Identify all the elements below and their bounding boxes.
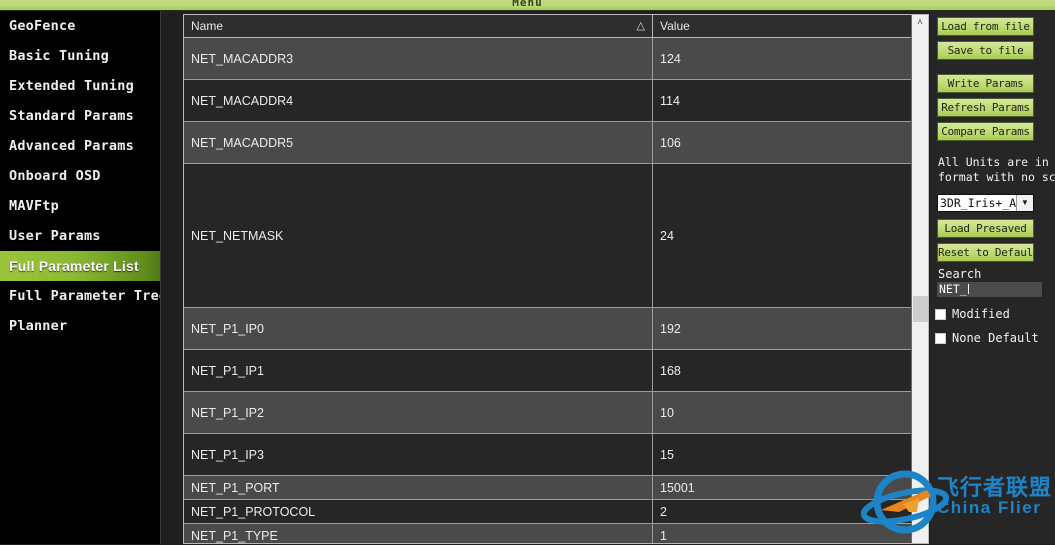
units-info-line-2: format with no scal: [938, 170, 1055, 184]
search-label: Search: [938, 267, 982, 281]
sidebar-item-label: Advanced Params: [9, 138, 134, 154]
column-header-name-label: Name: [191, 19, 224, 33]
scrollbar-thumb[interactable]: [913, 296, 928, 322]
param-name-cell: NET_P1_TYPE: [184, 524, 653, 543]
none-default-checkbox-row[interactable]: None Default: [935, 331, 1055, 345]
sidebar-item-basic-tuning[interactable]: Basic Tuning: [0, 41, 160, 71]
param-name-cell: NET_P1_IP3: [184, 434, 653, 475]
param-name-cell: NET_P1_PORT: [184, 476, 653, 499]
param-name-cell: NET_MACADDR4: [184, 80, 653, 121]
param-value-cell[interactable]: 1: [653, 524, 928, 543]
preset-dropdown-value: 3DR_Iris+_AC34: [940, 196, 1016, 210]
column-header-value[interactable]: Value: [653, 15, 928, 37]
sidebar-item-onboard-osd[interactable]: Onboard OSD: [0, 161, 160, 191]
preset-dropdown[interactable]: 3DR_Iris+_AC34 ▼: [937, 194, 1034, 212]
param-value-cell[interactable]: 15: [653, 434, 928, 475]
parameter-actions-panel: Load from file Save to file Write Params…: [930, 11, 1055, 544]
parameter-table-panel: Name △ Value NET_MACADDR3 124 NET_MACADDR4…: [183, 14, 929, 544]
sidebar-item-mavftp[interactable]: MAVFtp: [0, 191, 160, 221]
table-row[interactable]: NET_MACADDR4 114: [184, 80, 928, 122]
search-input[interactable]: NET_: [937, 282, 1042, 297]
sidebar-item-advanced-params[interactable]: Advanced Params: [0, 131, 160, 161]
sidebar-item-full-parameter-list[interactable]: Full Parameter List: [0, 251, 160, 281]
load-presaved-button[interactable]: Load Presaved: [937, 219, 1034, 238]
sidebar-item-label: User Params: [9, 228, 101, 244]
modified-checkbox-row[interactable]: Modified: [935, 307, 1055, 321]
load-from-file-button[interactable]: Load from file: [937, 17, 1034, 36]
table-row[interactable]: NET_P1_IP1 168: [184, 350, 928, 392]
table-vertical-scrollbar[interactable]: ˄: [911, 15, 928, 543]
param-value-cell[interactable]: 168: [653, 350, 928, 391]
param-name-cell: NET_P1_IP1: [184, 350, 653, 391]
sidebar-item-full-parameter-tree[interactable]: Full Parameter Tree: [0, 281, 160, 311]
sidebar-item-user-params[interactable]: User Params: [0, 221, 160, 251]
param-value-cell[interactable]: 106: [653, 122, 928, 163]
table-row[interactable]: NET_MACADDR5 106: [184, 122, 928, 164]
none-default-checkbox[interactable]: [935, 332, 946, 344]
sidebar-item-label: Standard Params: [9, 108, 134, 124]
param-value-cell[interactable]: 124: [653, 38, 928, 79]
param-value-cell[interactable]: 114: [653, 80, 928, 121]
sidebar-item-geofence[interactable]: GeoFence: [0, 11, 160, 41]
table-row[interactable]: NET_P1_PROTOCOL 2: [184, 500, 928, 524]
param-value-cell[interactable]: 2: [653, 500, 928, 523]
table-row[interactable]: NET_P1_IP0 192: [184, 308, 928, 350]
sidebar-item-label: GeoFence: [9, 18, 76, 34]
save-to-file-button[interactable]: Save to file: [937, 41, 1034, 60]
sidebar-item-label: Extended Tuning: [9, 78, 134, 94]
param-name-cell: NET_P1_PROTOCOL: [184, 500, 653, 523]
param-value-cell[interactable]: 192: [653, 308, 928, 349]
param-name-cell: NET_NETMASK: [184, 164, 653, 307]
table-row[interactable]: NET_P1_IP2 10: [184, 392, 928, 434]
write-params-button[interactable]: Write Params: [937, 74, 1034, 93]
param-name-cell: NET_MACADDR5: [184, 122, 653, 163]
none-default-checkbox-label: None Default: [952, 331, 1039, 345]
modified-checkbox-label: Modified: [952, 307, 1010, 321]
reset-to-default-button[interactable]: Reset to Default: [937, 243, 1034, 262]
sidebar-item-label: Full Parameter List: [9, 258, 139, 274]
table-row[interactable]: NET_NETMASK 24: [184, 164, 928, 308]
top-menu-bar[interactable]: Menu: [0, 0, 1055, 11]
sidebar-item-label: Full Parameter Tree: [9, 288, 161, 304]
param-name-cell: NET_P1_IP2: [184, 392, 653, 433]
table-body: NET_MACADDR3 124 NET_MACADDR4 114 NET_MACADD…: [184, 38, 928, 543]
table-row[interactable]: NET_P1_IP3 15: [184, 434, 928, 476]
chevron-down-icon[interactable]: ▼: [1016, 195, 1033, 211]
units-info-line-1: All Units are in ra: [938, 155, 1055, 169]
column-header-value-label: Value: [660, 19, 690, 33]
compare-params-button[interactable]: Compare Params: [937, 122, 1034, 141]
table-row[interactable]: NET_MACADDR3 124: [184, 38, 928, 80]
menu-label: Menu: [512, 0, 543, 9]
table-row[interactable]: NET_P1_TYPE 1: [184, 524, 928, 543]
refresh-params-button[interactable]: Refresh Params: [937, 98, 1034, 117]
scroll-up-arrow-icon[interactable]: ˄: [912, 15, 928, 30]
sort-ascending-icon: △: [636, 20, 645, 32]
column-header-name[interactable]: Name △: [184, 15, 653, 37]
sidebar-item-label: MAVFtp: [9, 198, 59, 214]
sidebar-item-label: Basic Tuning: [9, 48, 109, 64]
sidebar-item-planner[interactable]: Planner: [0, 311, 160, 341]
text-caret: [967, 284, 969, 294]
table-header-row: Name △ Value: [184, 15, 928, 38]
sidebar-item-extended-tuning[interactable]: Extended Tuning: [0, 71, 160, 101]
search-input-value: NET_: [939, 282, 967, 296]
sidebar-item-standard-params[interactable]: Standard Params: [0, 101, 160, 131]
sidebar-item-label: Planner: [9, 318, 68, 334]
param-value-cell[interactable]: 10: [653, 392, 928, 433]
table-row[interactable]: NET_P1_PORT 15001: [184, 476, 928, 500]
param-name-cell: NET_MACADDR3: [184, 38, 653, 79]
modified-checkbox[interactable]: [935, 308, 946, 320]
units-info-text: All Units are in ra format with no scal: [938, 155, 1055, 185]
param-value-cell[interactable]: 24: [653, 164, 928, 307]
param-name-cell: NET_P1_IP0: [184, 308, 653, 349]
sidebar-item-label: Onboard OSD: [9, 168, 101, 184]
param-value-cell[interactable]: 15001: [653, 476, 928, 499]
sidebar-navigation: GeoFence Basic Tuning Extended Tuning Stand…: [0, 11, 161, 544]
